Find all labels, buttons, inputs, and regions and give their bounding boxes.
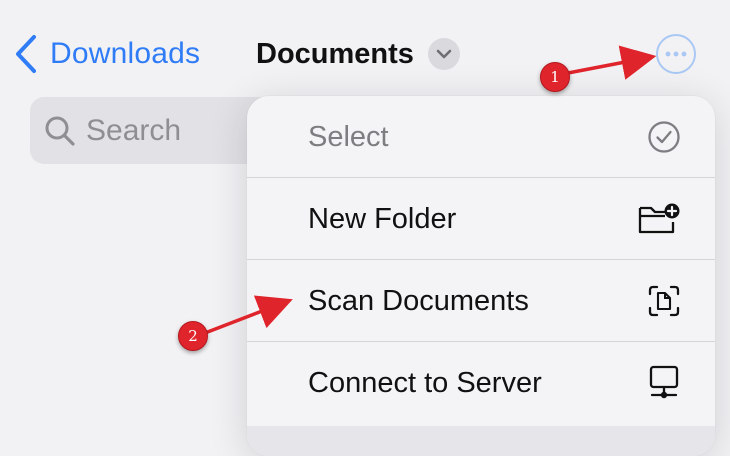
annotation-callout-2: 2: [178, 321, 208, 351]
annotation-arrow-1: [567, 45, 657, 80]
annotation-arrows: [204, 45, 657, 335]
annotation-callout-1: 1: [540, 62, 570, 92]
annotation-arrow-2: [204, 295, 293, 335]
